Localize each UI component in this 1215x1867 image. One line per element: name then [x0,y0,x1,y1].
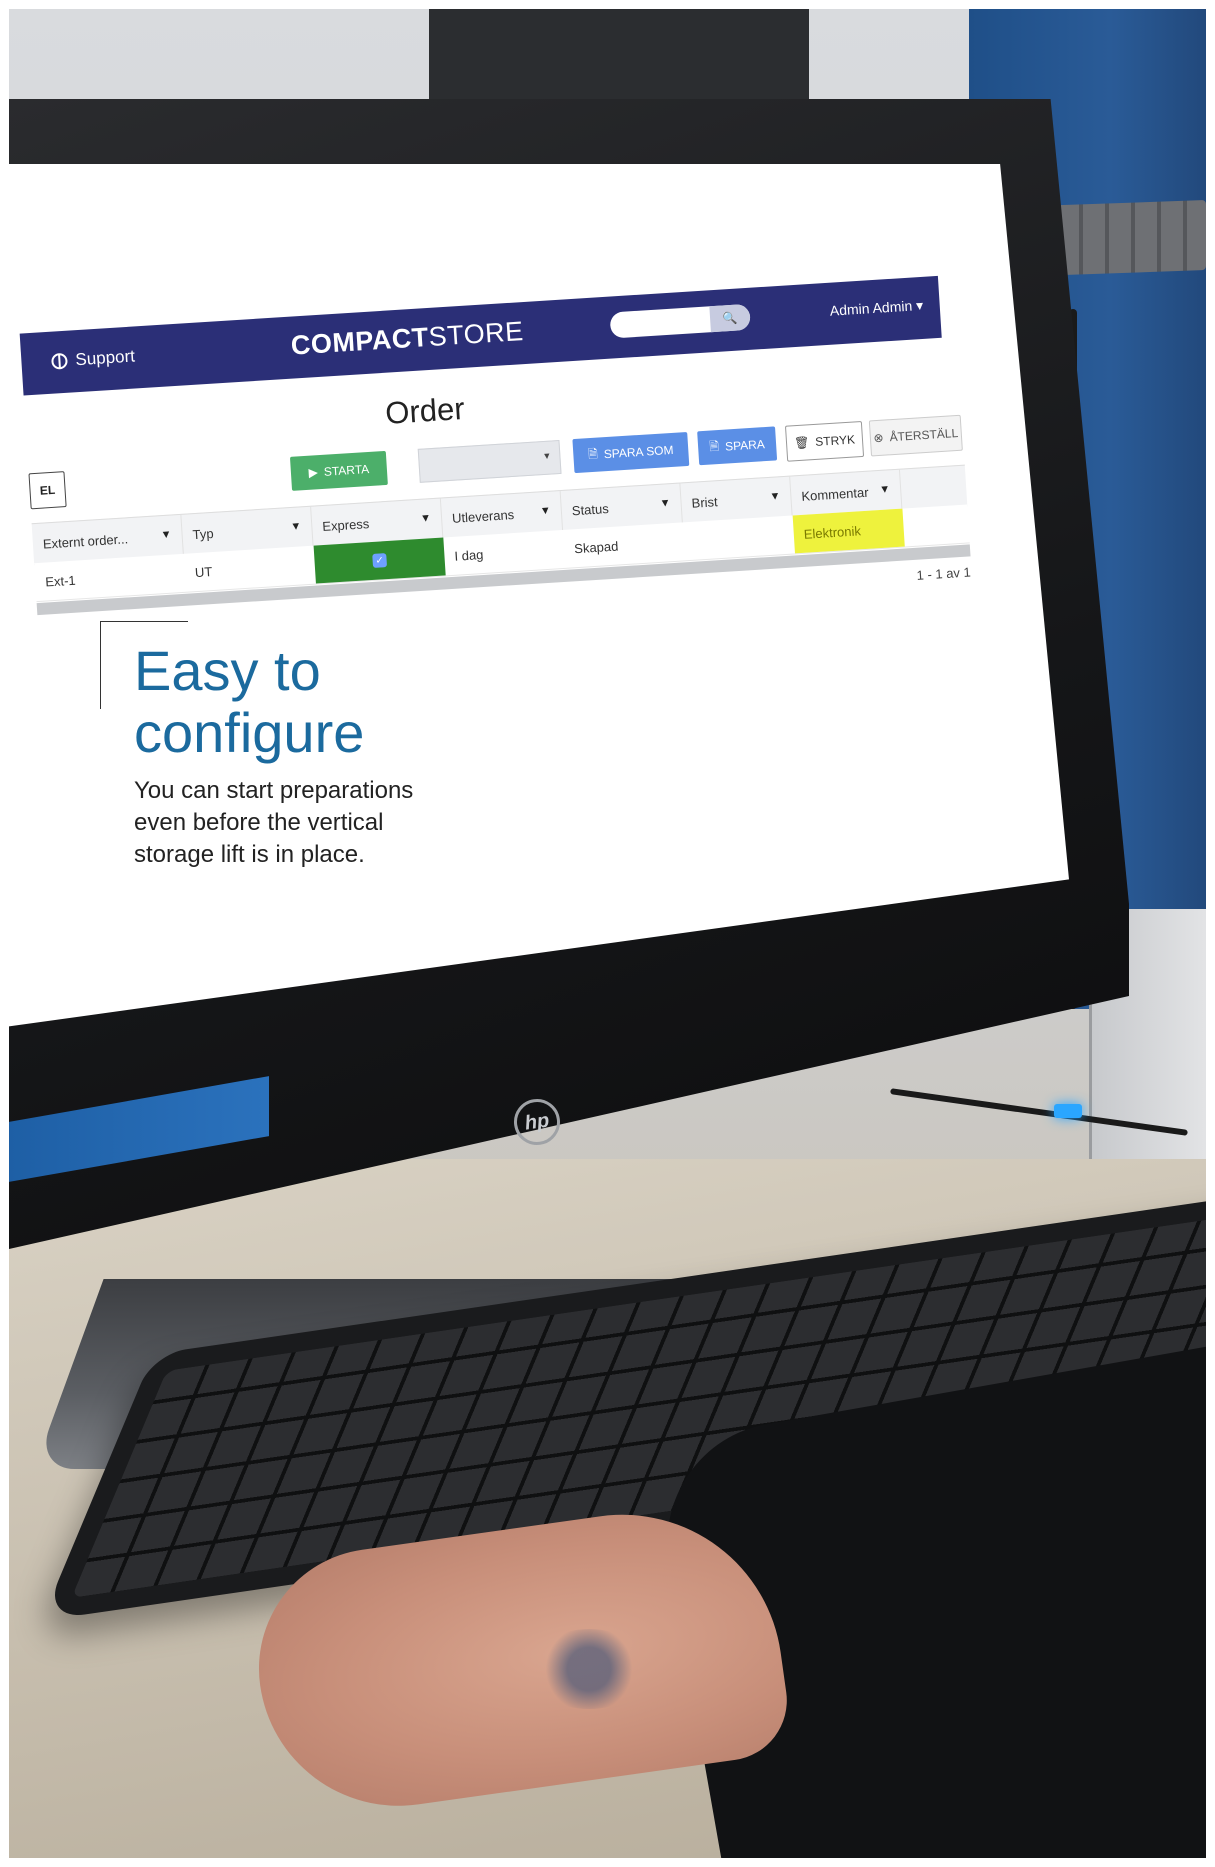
cell-type: UT [194,563,213,580]
checkbox-icon[interactable]: ✓ [372,553,388,568]
column-label: Brist [691,493,719,511]
body-text: You can start preparations even before t… [134,775,464,871]
corner-line [100,621,188,622]
cell-status: Skapad [573,538,619,556]
globe-icon [50,352,68,370]
body-line: even before the vertical [134,809,384,836]
brand-logo: COMPACTSTORE [290,316,525,362]
layout-select[interactable] [417,439,562,483]
brand-light: STORE [427,316,525,352]
play-icon: ▶ [308,465,319,480]
start-button[interactable]: ▶ STARTA [289,450,388,491]
delete-button[interactable]: 🗑 STRYK [784,420,865,462]
user-menu[interactable]: Admin Admin ▾ [829,297,923,320]
corner-line [100,621,101,709]
cell-shortage [683,515,795,560]
filter-icon[interactable]: ▼ [879,483,891,496]
column-label: Externt order... [42,530,129,552]
save-label: SPARA [724,437,766,454]
column-label: Utleverans [451,506,515,526]
save-as-button[interactable]: 🗎 SPARA SOM [572,431,690,474]
filter-icon[interactable]: ▼ [659,497,671,510]
brand-bold: COMPACT [290,322,430,361]
search-button[interactable]: 🔍 [709,303,751,333]
save-button[interactable]: 🗎 SPARA [697,426,778,466]
support-label: Support [74,346,136,370]
trash-icon: 🗑 [793,435,810,451]
support-link[interactable]: Support [50,346,136,371]
column-label: Status [571,500,610,518]
document-icon: 🗎 [708,438,720,454]
delete-label: STRYK [814,432,856,449]
cell-external-order: Ext-1 [44,572,77,590]
reset-label: ÅTERSTÄLL [889,425,959,445]
headline-line: Easy to [134,639,321,702]
cell-delivery: I dag [454,546,484,564]
filter-icon[interactable]: ▼ [290,520,302,533]
column-label: Typ [192,525,215,542]
reset-button[interactable]: ⊗ ÅTERSTÄLL [868,414,963,457]
headline-line: configure [134,701,365,764]
partial-button[interactable]: EL [28,471,67,510]
headline: Easy to configure [134,640,534,764]
filter-icon[interactable]: ▼ [160,529,172,542]
filter-icon[interactable]: ▼ [420,512,432,525]
app-header: Support COMPACTSTORE 🔍 Admin Admin ▾ [19,275,942,396]
body-line: storage lift is in place. [134,841,365,868]
page-title: Order [384,390,466,431]
filter-icon[interactable]: ▼ [540,505,552,518]
filter-icon[interactable]: ▼ [769,490,781,503]
cell-express[interactable]: ✓ [313,537,446,584]
background-monitor [429,9,809,104]
document-icon: 🗎 [587,446,599,461]
column-label: Express [321,515,370,534]
cancel-circle-icon: ⊗ [873,430,885,446]
cell-comment: Elektronik [792,508,905,554]
power-led [1054,1104,1082,1118]
column-label: Kommentar [800,484,869,504]
pager: 1 - 1 av 1 [916,564,972,583]
search-icon: 🔍 [722,310,738,326]
office-photo: Support COMPACTSTORE 🔍 Admin Admin ▾ Ord… [9,9,1206,1858]
body-line: You can start preparations [134,777,414,804]
tattoo [529,1629,649,1709]
save-as-label: SPARA SOM [603,442,674,462]
start-label: STARTA [323,462,370,479]
